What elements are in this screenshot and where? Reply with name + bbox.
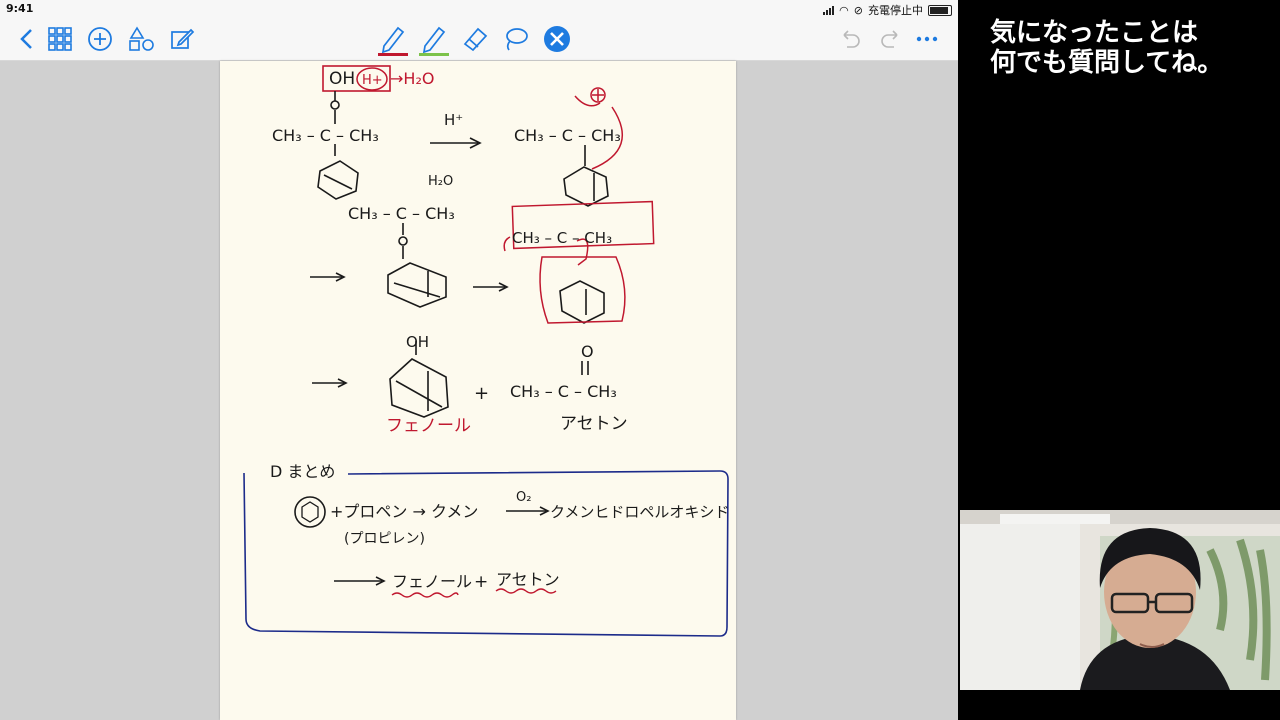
more-icon [916, 36, 938, 42]
note-page[interactable]: OH H+ →H₂O CH₃ – C – CH₃ H⁺ CH₃ – C – CH… [220, 61, 736, 720]
h-label: H+ [362, 73, 383, 88]
status-right: ◠ ⊘ 充電停止中 [823, 2, 952, 18]
webcam-feed [960, 510, 1280, 690]
highlighter-icon [419, 26, 449, 56]
edit-icon [171, 28, 195, 49]
add-icon [88, 27, 112, 51]
lasso-tool[interactable] [499, 22, 533, 56]
water-mid: H₂O [428, 174, 453, 189]
cation-formula: CH₃ – C – CH₃ [514, 126, 621, 145]
grid-button[interactable] [43, 22, 77, 56]
phenol-oh: OH [406, 333, 429, 351]
back-icon [20, 29, 32, 49]
result-phenol: フェノール [392, 572, 472, 591]
result-plus: + [474, 572, 488, 592]
handwriting-layer: OH H+ →H₂O CH₃ – C – CH₃ H⁺ CH₃ – C – CH… [243, 65, 729, 637]
pen-icon [378, 26, 408, 56]
undo-button[interactable] [833, 22, 867, 56]
result-acetone: アセトン [496, 570, 560, 589]
status-bar: 9:41 ◠ ⊘ 充電停止中 [0, 0, 958, 18]
shapes-button[interactable] [124, 22, 158, 56]
summary-line1b: クメンヒドロペルオキシド [550, 503, 729, 521]
summary-line2: (プロピレン) [344, 531, 425, 547]
water-label: →H₂O [390, 69, 434, 88]
lasso-icon [506, 28, 528, 51]
undo-icon [843, 30, 860, 48]
status-time: 9:41 [6, 2, 34, 15]
o2-label: O₂ [516, 490, 531, 505]
acetone-label: アセトン [560, 414, 628, 434]
plus-sign: + [474, 383, 489, 404]
phenol-label: フェノール [386, 416, 471, 436]
more-button[interactable] [910, 22, 944, 56]
charging-text: 充電停止中 [868, 4, 923, 17]
arrow-h-label: H⁺ [444, 111, 463, 129]
lock-icon: ⊘ [853, 3, 863, 17]
intermediate-formula: CH₃ – C – CH₃ [348, 204, 455, 223]
summary-heading: D まとめ [270, 462, 335, 481]
eraser-tool[interactable] [458, 22, 492, 56]
ipad-screen: 9:41 ◠ ⊘ 充電停止中 OH H+ →H₂O CH₃ – C – CH₃ … [0, 0, 958, 720]
wifi-icon: ◠ [839, 3, 849, 17]
notebook-canvas[interactable]: OH H+ →H₂O CH₃ – C – CH₃ H⁺ CH₃ – C – CH… [0, 61, 958, 720]
highlighter-tool[interactable] [417, 22, 451, 56]
reactant-formula: CH₃ – C – CH₃ [272, 126, 379, 145]
webcam-picture [960, 510, 1280, 690]
summary-box [243, 470, 729, 637]
grid-icon [48, 27, 72, 51]
caption-line-1: 気になったことは [990, 18, 1199, 48]
acetone-formula: CH₃ – C – CH₃ [510, 382, 617, 401]
summary-line1: +プロペン → クメン [330, 502, 478, 521]
video-caption: 気になったことは 何でも質問してね。 [990, 18, 1270, 78]
redo-button[interactable] [874, 22, 908, 56]
boxed-formula: CH₃ – C – CH₃ [512, 229, 612, 247]
edit-button[interactable] [165, 22, 199, 56]
notes-toolbar [0, 18, 958, 61]
battery-icon [928, 4, 952, 16]
back-button[interactable] [10, 22, 44, 56]
eraser-icon [463, 27, 488, 52]
caption-line-2: 何でも質問してね。 [990, 48, 1224, 78]
redo-icon [881, 30, 898, 48]
signal-icon [823, 5, 835, 15]
pen-tool[interactable] [376, 22, 410, 56]
oh-label: OH [329, 69, 355, 89]
acetone-o: O [581, 342, 594, 361]
add-button[interactable] [83, 22, 117, 56]
close-icon [544, 26, 570, 52]
shapes-icon [129, 26, 154, 51]
close-tool[interactable] [540, 22, 574, 56]
